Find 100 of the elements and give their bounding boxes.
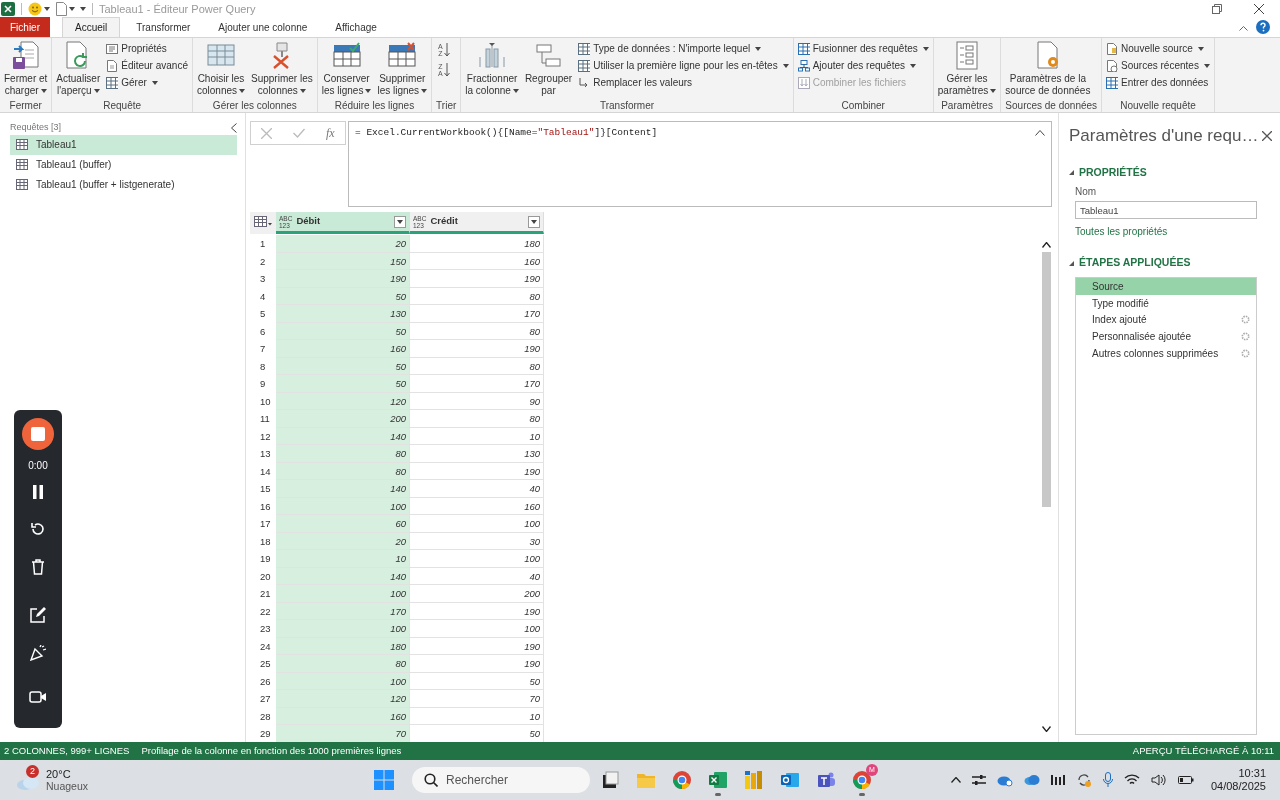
ribbon-button[interactable]: Supprimer les colonnes xyxy=(249,41,315,97)
stop-button[interactable] xyxy=(22,418,54,450)
ribbon-button[interactable]: Gérer les paramètres xyxy=(935,41,999,97)
applied-step[interactable]: Autres colonnes supprimées xyxy=(1076,344,1256,362)
ribbon-button[interactable]: Fractionner la colonne xyxy=(463,41,521,97)
sync-icon[interactable] xyxy=(1075,772,1092,788)
ribbon-button[interactable]: Actualiser l'aperçu xyxy=(54,41,103,97)
recording-time: 0:00 xyxy=(28,459,48,473)
ribbon-button[interactable]: Gérer xyxy=(106,75,188,90)
restart-icon[interactable] xyxy=(30,521,46,537)
caret-icon xyxy=(782,63,789,68)
spreadsheet-icon[interactable] xyxy=(708,770,728,790)
wifi-icon[interactable] xyxy=(1123,774,1140,786)
ribbon-button[interactable]: Regrouper par xyxy=(522,41,575,97)
close-icon[interactable] xyxy=(1254,4,1264,14)
ribbon-button[interactable]: Utiliser la première ligne pour les en-têtes xyxy=(578,58,789,73)
group-label: Gérer les colonnes xyxy=(211,99,298,112)
microphone-icon[interactable] xyxy=(1102,772,1113,788)
applied-step[interactable]: Type modifié xyxy=(1076,294,1256,312)
chrome-icon[interactable] xyxy=(672,770,692,790)
bar-chart-icon[interactable] xyxy=(744,770,764,790)
file-menu-tab[interactable]: Fichier xyxy=(0,17,50,37)
mail-app-icon[interactable] xyxy=(780,770,800,790)
ribbon-button[interactable]: Remplacer les valeurs xyxy=(578,75,789,90)
collapse-ribbon-icon[interactable] xyxy=(1239,25,1248,31)
cloud-icon[interactable] xyxy=(1023,774,1040,786)
caret-icon xyxy=(151,80,158,85)
collapse-triangle-icon[interactable] xyxy=(1069,169,1074,175)
query-item[interactable]: Tableau1 xyxy=(10,134,237,155)
battery-icon[interactable] xyxy=(1177,775,1194,785)
collapse-triangle-icon[interactable] xyxy=(1069,260,1074,266)
query-item[interactable]: Tableau1 (buffer + listgenerate) xyxy=(10,174,237,195)
name-field[interactable]: Tableau1 xyxy=(1075,201,1257,220)
camera-icon[interactable] xyxy=(29,691,47,703)
stop-icon xyxy=(31,427,45,441)
ribbon-button[interactable]: Fermer et charger xyxy=(2,41,50,97)
table-icon xyxy=(1106,76,1119,89)
ribbon-tab[interactable]: Ajouter une colonne xyxy=(206,17,320,37)
table-cell: 200 xyxy=(410,585,544,603)
ribbon-tab[interactable]: Transformer xyxy=(124,17,203,37)
ribbon-tab[interactable]: Accueil xyxy=(62,17,121,37)
close-icon[interactable] xyxy=(1262,130,1272,141)
ribbon-button[interactable]: Supprimer les lignes xyxy=(375,41,430,97)
caret-icon xyxy=(1197,46,1204,51)
document-icon xyxy=(1106,42,1119,55)
ribbon-button[interactable]: Paramètres de la source de données xyxy=(1003,41,1093,97)
restore-icon[interactable] xyxy=(1212,4,1222,14)
bars-icon[interactable] xyxy=(1050,774,1065,786)
table-icon xyxy=(16,159,28,170)
ribbon-button[interactable]: Type de données : N'importe lequel xyxy=(578,41,789,56)
scrollbar-thumb[interactable] xyxy=(1041,252,1051,507)
sliders-icon[interactable] xyxy=(971,774,986,786)
all-properties-link[interactable]: Toutes les propriétés xyxy=(1075,224,1260,240)
row-number: 17 xyxy=(259,517,272,531)
row-number: 10 xyxy=(259,394,272,409)
table-menu-icon[interactable] xyxy=(254,216,272,227)
chevron-up-icon[interactable] xyxy=(950,777,961,783)
table-cell: 80 xyxy=(276,445,410,463)
scroll-up-icon[interactable] xyxy=(1041,242,1051,248)
applied-step[interactable]: Personnalisée ajoutée xyxy=(1076,328,1256,345)
dropdown-icon[interactable] xyxy=(531,219,537,224)
edit-icon[interactable] xyxy=(30,607,46,623)
ribbon-button[interactable]: Nouvelle source xyxy=(1106,41,1210,56)
row-number: 11 xyxy=(259,412,271,426)
split-column-icon xyxy=(477,41,508,70)
task-view-icon[interactable] xyxy=(600,770,620,790)
ribbon-button[interactable]: Entrer des données xyxy=(1106,75,1210,90)
pause-icon[interactable] xyxy=(32,485,44,499)
ribbon-button[interactable]: Conserver les lignes xyxy=(319,41,374,97)
function-button[interactable]: fx xyxy=(325,124,335,142)
applied-step[interactable]: Index ajouté xyxy=(1076,311,1256,329)
collapse-icon[interactable] xyxy=(231,122,237,133)
applied-step[interactable]: Source xyxy=(1076,278,1256,295)
party-popper-icon[interactable] xyxy=(30,645,46,661)
search-field[interactable]: Rechercher xyxy=(412,767,590,793)
table-cell: 130 xyxy=(410,445,544,463)
chrome-icon[interactable] xyxy=(852,770,872,790)
formula-field[interactable]: = Excel.CurrentWorkbook(){[Name="Tableau1"]}[Content] xyxy=(348,121,1052,207)
table-cell: 100 xyxy=(410,515,544,533)
check-icon[interactable] xyxy=(293,128,306,138)
clock[interactable]: 10:31 04/08/2025 xyxy=(1210,767,1266,793)
ribbon-button[interactable]: Ajouter des requêtes xyxy=(797,58,929,73)
section-heading: ÉTAPES APPLIQUÉES xyxy=(1079,255,1191,271)
trash-icon[interactable] xyxy=(31,559,45,575)
ribbon-button[interactable]: Sources récentes xyxy=(1106,58,1210,73)
expand-icon[interactable] xyxy=(1035,130,1045,136)
scroll-down-icon[interactable] xyxy=(1041,726,1051,732)
query-item[interactable]: Tableau1 (buffer) xyxy=(10,154,237,175)
table-cell: 80 xyxy=(276,655,410,673)
table-cell: 170 xyxy=(410,305,544,323)
dropdown-icon[interactable] xyxy=(397,219,403,224)
ribbon-tab[interactable]: Affichage xyxy=(323,17,389,37)
ribbon-button[interactable]: Éditeur avancé xyxy=(106,58,188,73)
ribbon-button[interactable]: Fusionner des requêtes xyxy=(797,41,929,56)
windows-start-icon[interactable] xyxy=(374,770,394,790)
ribbon-button[interactable]: Propriétés xyxy=(106,41,188,56)
ribbon-button[interactable]: Choisir les colonnes xyxy=(194,41,247,97)
speaker-icon[interactable] xyxy=(1150,774,1167,786)
help-icon[interactable] xyxy=(1256,20,1270,34)
chat-app-icon[interactable] xyxy=(816,770,836,790)
